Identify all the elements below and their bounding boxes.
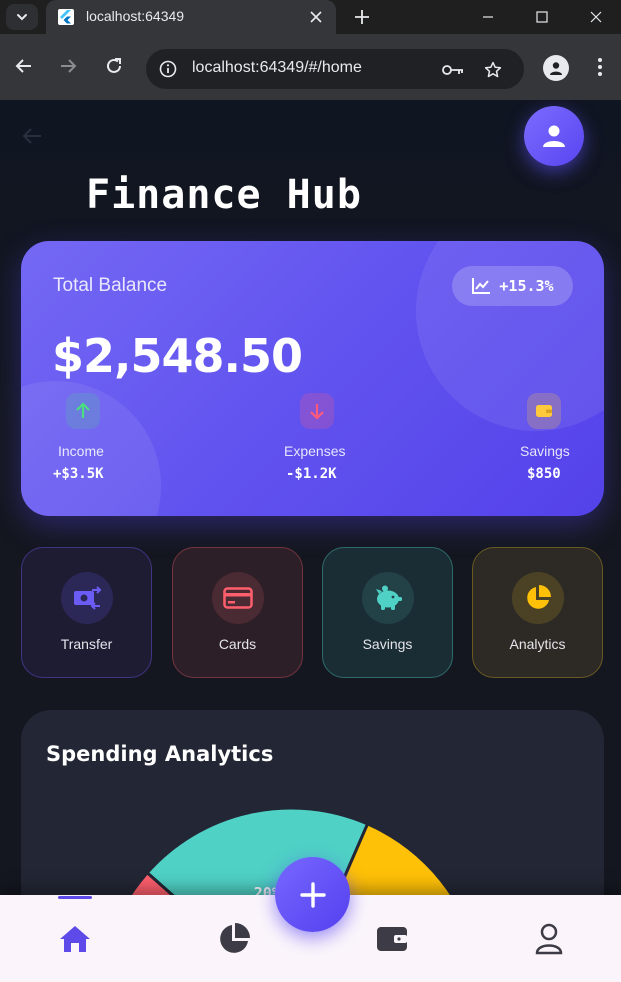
add-button[interactable] bbox=[275, 857, 350, 932]
avatar-button[interactable] bbox=[524, 106, 584, 166]
nav-analytics[interactable] bbox=[214, 921, 254, 957]
minimize-icon[interactable] bbox=[461, 0, 515, 34]
nav-home[interactable] bbox=[55, 921, 95, 957]
browser-toolbar: localhost:64349/#/home bbox=[0, 34, 621, 100]
transfer-button[interactable]: Transfer bbox=[21, 547, 152, 678]
site-info-icon[interactable] bbox=[158, 59, 178, 79]
arrow-down-icon bbox=[300, 393, 334, 429]
new-tab-icon[interactable] bbox=[350, 5, 374, 29]
home-icon bbox=[60, 926, 90, 952]
transfer-label: Transfer bbox=[60, 636, 113, 652]
savings-stat: Savings $850 bbox=[511, 393, 604, 483]
browser-titlebar: localhost:64349 bbox=[0, 0, 621, 34]
person-icon bbox=[543, 125, 565, 147]
nav-wallet[interactable] bbox=[372, 921, 412, 957]
analytics-label: Analytics bbox=[509, 636, 566, 652]
money-transfer-icon bbox=[61, 572, 113, 624]
growth-badge: +15.3% bbox=[452, 266, 573, 306]
active-tab-indicator bbox=[58, 896, 92, 899]
savings-action-label: Savings bbox=[362, 636, 413, 652]
address-bar[interactable]: localhost:64349/#/home bbox=[146, 49, 524, 89]
reload-icon[interactable] bbox=[99, 51, 129, 81]
expenses-label: Expenses bbox=[284, 443, 346, 459]
plus-icon bbox=[299, 881, 326, 908]
balance-label: Total Balance bbox=[53, 275, 168, 296]
more-menu-icon[interactable] bbox=[590, 54, 610, 80]
trending-up-icon bbox=[472, 278, 491, 294]
wallet-icon bbox=[527, 393, 561, 429]
pie-chart-icon bbox=[512, 572, 564, 624]
piggy-bank-icon bbox=[362, 572, 414, 624]
balance-card: Total Balance +15.3% $2,548.50 Income +$… bbox=[21, 241, 604, 516]
growth-value: +15.3% bbox=[499, 277, 554, 295]
tab-title: localhost:64349 bbox=[86, 8, 185, 24]
savings-button[interactable]: Savings bbox=[322, 547, 453, 678]
chevron-down-icon bbox=[17, 14, 27, 21]
credit-card-icon bbox=[212, 572, 264, 624]
app-viewport: Finance Hub Total Balance +15.3% $2,548.… bbox=[0, 100, 621, 982]
profile-icon[interactable] bbox=[543, 55, 569, 81]
income-value: +$3.5K bbox=[53, 466, 104, 482]
expenses-stat: Expenses -$1.2K bbox=[279, 393, 399, 483]
star-icon[interactable] bbox=[482, 59, 504, 81]
tab-search-button[interactable] bbox=[6, 4, 38, 30]
nav-profile[interactable] bbox=[529, 921, 569, 957]
key-icon[interactable] bbox=[442, 59, 464, 81]
browser-tab[interactable]: localhost:64349 bbox=[46, 0, 336, 34]
savings-value: $850 bbox=[527, 466, 561, 482]
forward-icon[interactable] bbox=[53, 51, 83, 81]
page-title: Finance Hub bbox=[86, 172, 362, 218]
income-label: Income bbox=[58, 443, 104, 459]
person-icon bbox=[535, 923, 563, 955]
savings-label: Savings bbox=[520, 443, 570, 459]
url-text: localhost:64349/#/home bbox=[192, 59, 362, 76]
analytics-button[interactable]: Analytics bbox=[472, 547, 603, 678]
back-icon[interactable] bbox=[9, 51, 39, 81]
cards-button[interactable]: Cards bbox=[172, 547, 303, 678]
pie-chart-icon bbox=[220, 923, 250, 953]
close-tab-icon[interactable] bbox=[306, 7, 326, 27]
close-window-icon[interactable] bbox=[570, 0, 621, 34]
cards-label: Cards bbox=[218, 636, 257, 652]
arrow-up-icon bbox=[66, 393, 100, 429]
expenses-value: -$1.2K bbox=[286, 466, 337, 482]
flutter-favicon-icon bbox=[58, 9, 74, 25]
balance-amount: $2,548.50 bbox=[52, 329, 303, 383]
maximize-icon[interactable] bbox=[515, 0, 569, 34]
income-stat: Income +$3.5K bbox=[50, 393, 170, 483]
wallet-icon bbox=[377, 927, 407, 951]
back-arrow-icon[interactable] bbox=[18, 122, 46, 150]
